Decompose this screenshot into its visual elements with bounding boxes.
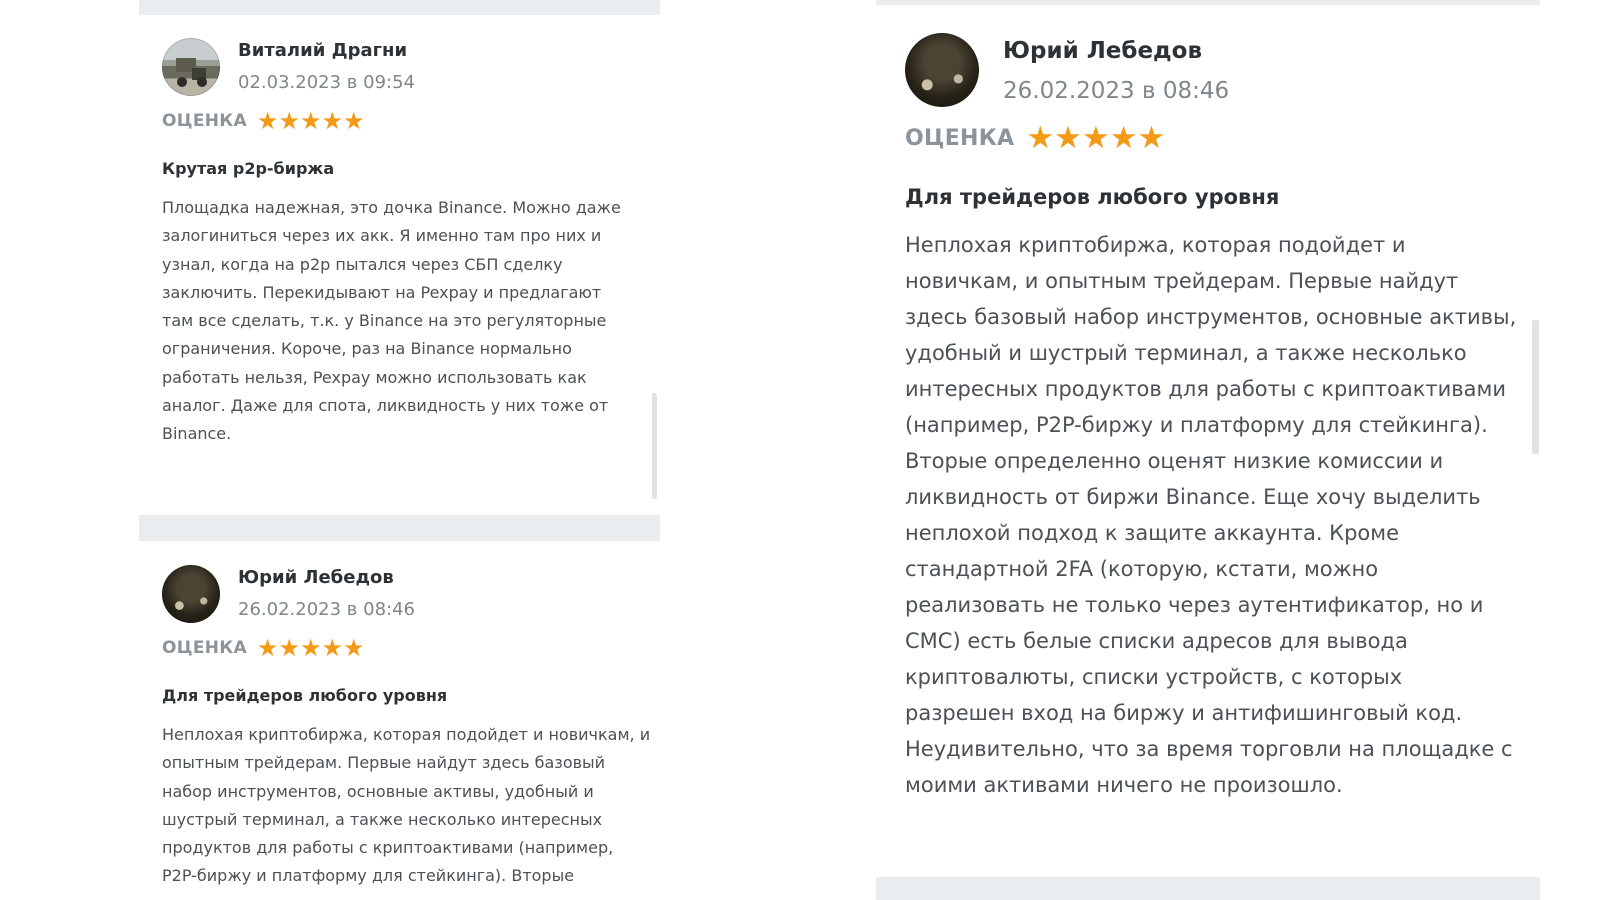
avatar[interactable]: [162, 565, 220, 623]
review-date: 26.02.2023 в 08:46: [238, 599, 415, 620]
screenshot-canvas: Виталий Драгни 02.03.2023 в 09:54 ОЦЕНКА…: [0, 0, 1600, 900]
rating-row: ОЦЕНКА ★ ★ ★ ★ ★: [905, 123, 1165, 154]
avatar[interactable]: [905, 33, 979, 107]
review-text: Неплохая криптобиржа, которая подойдет и…: [162, 725, 651, 886]
rating-label: ОЦЕНКА: [162, 638, 247, 658]
star-icon: ★: [1054, 120, 1082, 156]
star-icon: ★: [321, 107, 343, 135]
author-name: Виталий Драгни: [238, 40, 408, 61]
scrollbar[interactable]: [1532, 320, 1539, 454]
star-rating: ★ ★ ★ ★ ★: [257, 109, 365, 133]
author-name: Юрий Лебедов: [238, 567, 394, 588]
card-separator: [139, 0, 660, 15]
star-icon: ★: [1109, 120, 1138, 156]
scrollbar[interactable]: [652, 393, 657, 499]
author-name: Юрий Лебедов: [1003, 38, 1202, 64]
star-icon: ★: [1137, 120, 1166, 156]
review-card: Виталий Драгни 02.03.2023 в 09:54 ОЦЕНКА…: [139, 15, 660, 515]
star-rating: ★ ★ ★ ★ ★: [257, 636, 365, 660]
star-icon: ★: [278, 634, 300, 662]
star-icon: ★: [1081, 120, 1110, 156]
card-separator: [139, 515, 660, 541]
star-icon: ★: [256, 634, 279, 662]
rating-label: ОЦЕНКА: [162, 111, 247, 131]
review-title: Для трейдеров любого уровня: [905, 185, 1280, 209]
rating-label: ОЦЕНКА: [905, 126, 1015, 151]
review-card: Юрий Лебедов 26.02.2023 в 08:46 ОЦЕНКА ★…: [139, 541, 660, 900]
rating-row: ОЦЕНКА ★ ★ ★ ★ ★: [162, 109, 365, 133]
avatar-image-icon: [176, 58, 207, 87]
star-icon: ★: [321, 634, 343, 662]
star-icon: ★: [342, 107, 365, 135]
star-icon: ★: [342, 634, 365, 662]
star-icon: ★: [256, 107, 279, 135]
star-icon: ★: [1026, 120, 1055, 156]
star-icon: ★: [278, 107, 300, 135]
review-date: 26.02.2023 в 08:46: [1003, 78, 1230, 104]
review-date: 02.03.2023 в 09:54: [238, 72, 415, 93]
star-icon: ★: [299, 107, 322, 135]
review-title: Крутая p2p-биржа: [162, 159, 335, 178]
review-text: Площадка надежная, это дочка Binance. Мо…: [162, 198, 621, 444]
card-separator: [876, 877, 1540, 900]
star-icon: ★: [299, 634, 322, 662]
review-card: Юрий Лебедов 26.02.2023 в 08:46 ОЦЕНКА ★…: [876, 5, 1540, 877]
star-rating: ★ ★ ★ ★ ★: [1026, 123, 1165, 154]
review-text: Неплохая криптобиржа, которая подойдет и…: [905, 233, 1517, 797]
rating-row: ОЦЕНКА ★ ★ ★ ★ ★: [162, 636, 365, 660]
review-title: Для трейдеров любого уровня: [162, 686, 448, 705]
avatar[interactable]: [162, 38, 220, 96]
